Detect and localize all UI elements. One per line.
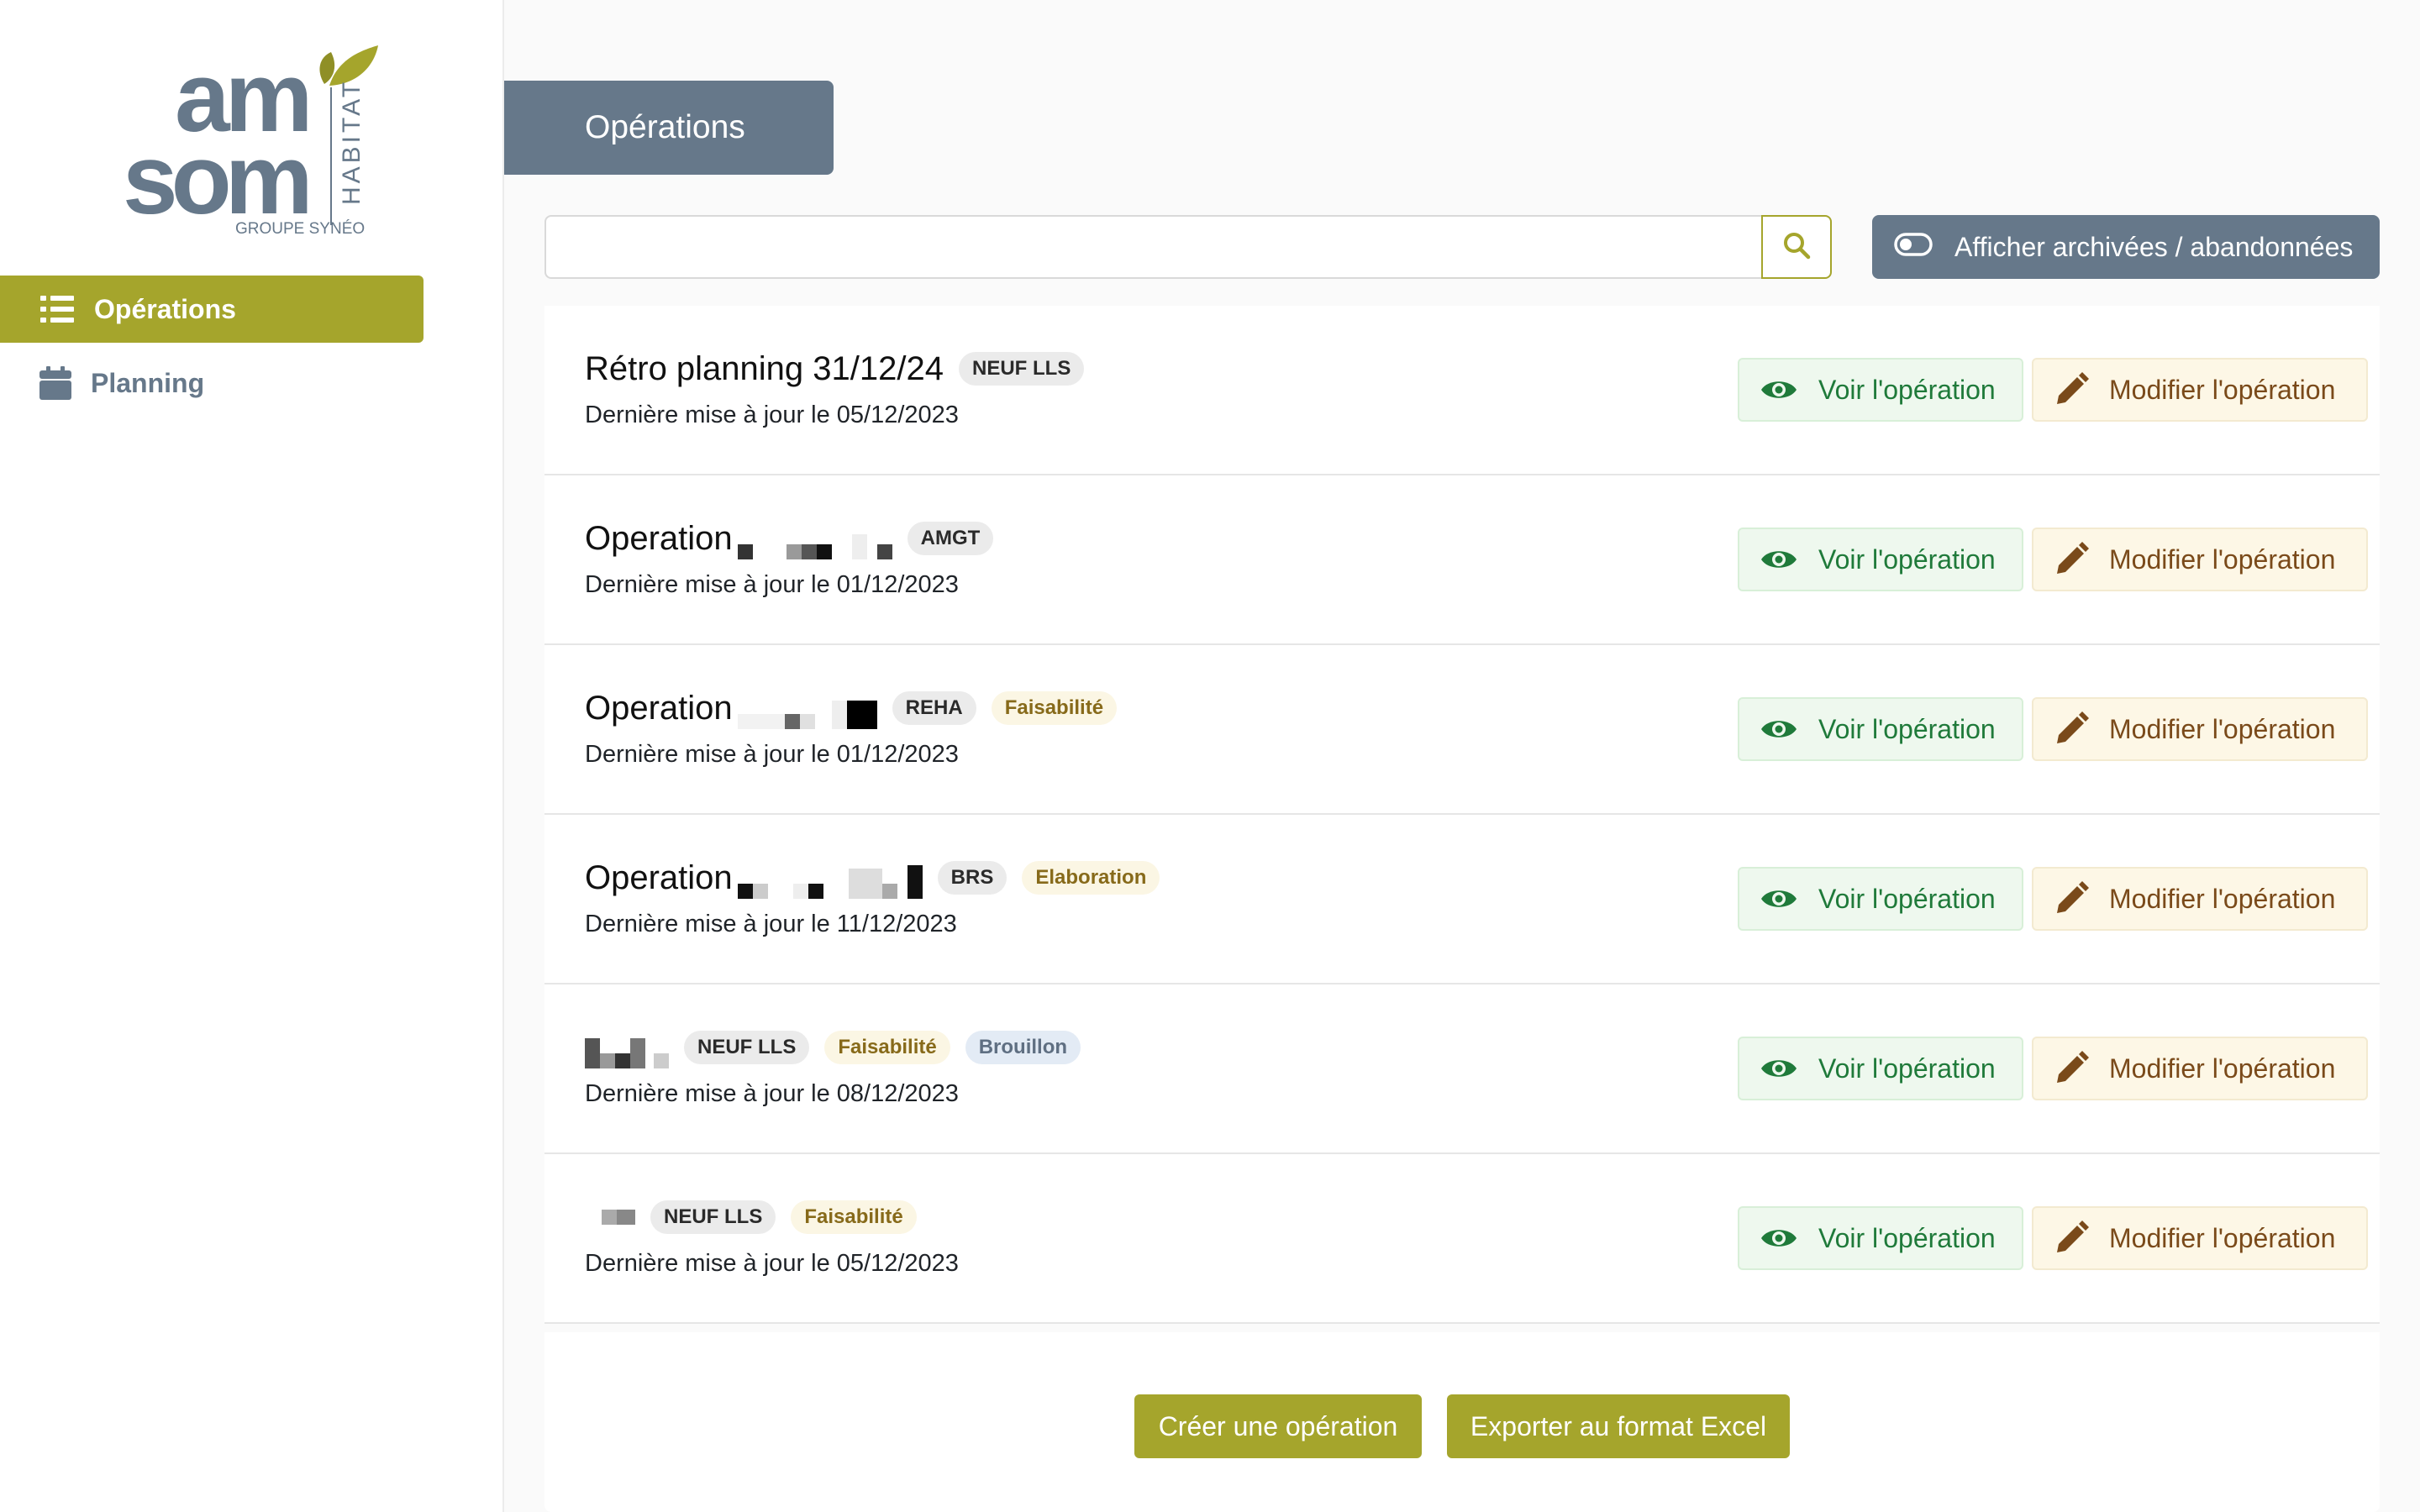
edit-operation-label: Modifier l'opération bbox=[2109, 1053, 2336, 1084]
eye-icon bbox=[1760, 1225, 1798, 1252]
edit-operation-label: Modifier l'opération bbox=[2109, 374, 2336, 405]
last-updated: Dernière mise à jour le 01/12/2023 bbox=[585, 571, 959, 598]
edit-operation-label: Modifier l'opération bbox=[2109, 883, 2336, 914]
pencil-icon bbox=[2054, 1221, 2089, 1256]
pencil-icon bbox=[2054, 711, 2089, 747]
create-operation-button[interactable]: Créer une opération bbox=[1134, 1394, 1422, 1458]
view-operation-button[interactable]: Voir l'opération bbox=[1738, 697, 2023, 761]
sidebar-item-operations[interactable]: Opérations bbox=[0, 276, 424, 343]
search-bar bbox=[544, 215, 1832, 279]
list-footer: Créer une opération Exporter au format E… bbox=[544, 1332, 2380, 1512]
last-updated: Dernière mise à jour le 01/12/2023 bbox=[585, 741, 959, 768]
view-operation-button[interactable]: Voir l'opération bbox=[1738, 1206, 2023, 1270]
pencil-icon bbox=[2054, 372, 2089, 407]
eye-icon bbox=[1760, 376, 1798, 403]
view-operation-label: Voir l'opération bbox=[1818, 883, 1996, 914]
operation-row: NEUF LLS Faisabilité Brouillon Dernière … bbox=[544, 984, 2380, 1154]
logo-vertical: HABITAT bbox=[338, 79, 366, 205]
amsom-logo: am som HABITAT GROUPE SYNÉO bbox=[118, 34, 387, 244]
operation-row: Operation AMGT Dernière mise à jour le 0… bbox=[544, 475, 2380, 645]
operation-title-line: NEUF LLS Faisabilité Brouillon bbox=[585, 1026, 1081, 1068]
sidebar: am som HABITAT GROUPE SYNÉO Opérations P… bbox=[0, 0, 504, 1512]
operation-title: Operation bbox=[585, 689, 733, 727]
type-badge: NEUF LLS bbox=[684, 1031, 810, 1064]
redacted-name bbox=[737, 517, 892, 559]
status-badge: Brouillon bbox=[965, 1031, 1081, 1064]
view-operation-button[interactable]: Voir l'opération bbox=[1738, 358, 2023, 422]
operation-title-line: Operation REHA Faisabilité bbox=[585, 687, 1118, 729]
sidebar-item-label: Planning bbox=[91, 367, 205, 398]
eye-icon bbox=[1760, 885, 1798, 912]
calendar-icon bbox=[37, 365, 74, 402]
view-operation-label: Voir l'opération bbox=[1818, 374, 1996, 405]
edit-operation-label: Modifier l'opération bbox=[2109, 713, 2336, 744]
last-updated: Dernière mise à jour le 05/12/2023 bbox=[585, 1250, 959, 1277]
redacted-name bbox=[737, 687, 877, 729]
sidebar-item-planning[interactable]: Planning bbox=[0, 349, 424, 417]
operation-row: Operation REHA Faisabilité Dernière mise… bbox=[544, 645, 2380, 815]
edit-operation-button[interactable]: Modifier l'opération bbox=[2032, 358, 2368, 422]
operation-title-line: Rétro planning 31/12/24 NEUF LLS bbox=[585, 348, 1085, 390]
phase-badge: Faisabilité bbox=[791, 1200, 917, 1234]
view-operation-label: Voir l'opération bbox=[1818, 543, 1996, 575]
operations-list: Rétro planning 31/12/24 NEUF LLS Dernièr… bbox=[544, 306, 2380, 1324]
edit-operation-button[interactable]: Modifier l'opération bbox=[2032, 1037, 2368, 1100]
operation-row: Operation BRS Elaboration Dernière mise … bbox=[544, 815, 2380, 984]
operation-row: NEUF LLS Faisabilité Dernière mise à jou… bbox=[544, 1154, 2380, 1324]
operation-title: Operation bbox=[585, 519, 733, 557]
edit-operation-label: Modifier l'opération bbox=[2109, 543, 2336, 575]
page-title: Opérations bbox=[504, 81, 834, 175]
type-badge: REHA bbox=[892, 691, 976, 725]
eye-icon bbox=[1760, 716, 1798, 743]
edit-operation-button[interactable]: Modifier l'opération bbox=[2032, 528, 2368, 591]
view-operation-button[interactable]: Voir l'opération bbox=[1738, 867, 2023, 931]
type-badge: AMGT bbox=[907, 522, 994, 555]
operation-title: Operation bbox=[585, 858, 733, 896]
type-badge: NEUF LLS bbox=[650, 1200, 776, 1234]
operation-row: Rétro planning 31/12/24 NEUF LLS Dernièr… bbox=[544, 306, 2380, 475]
last-updated: Dernière mise à jour le 05/12/2023 bbox=[585, 402, 959, 428]
toggle-off-icon bbox=[1894, 232, 1933, 263]
operation-title-line: NEUF LLS Faisabilité bbox=[585, 1196, 917, 1238]
type-badge: BRS bbox=[937, 861, 1007, 895]
search-input[interactable] bbox=[544, 215, 1761, 279]
phase-badge: Faisabilité bbox=[991, 691, 1118, 725]
edit-operation-label: Modifier l'opération bbox=[2109, 1222, 2336, 1253]
edit-operation-button[interactable]: Modifier l'opération bbox=[2032, 1206, 2368, 1270]
sidebar-item-label: Opérations bbox=[94, 293, 236, 324]
view-operation-label: Voir l'opération bbox=[1818, 1222, 1996, 1253]
operation-title-line: Operation AMGT bbox=[585, 517, 994, 559]
edit-operation-button[interactable]: Modifier l'opération bbox=[2032, 867, 2368, 931]
redacted-name bbox=[585, 1026, 669, 1068]
redacted-name bbox=[602, 1196, 635, 1238]
list-icon bbox=[39, 291, 76, 328]
view-operation-label: Voir l'opération bbox=[1818, 1053, 1996, 1084]
archive-toggle-label: Afficher archivées / abandonnées bbox=[1954, 231, 2354, 262]
phase-badge: Elaboration bbox=[1022, 861, 1160, 895]
eye-icon bbox=[1760, 546, 1798, 573]
logo-group: GROUPE SYNÉO bbox=[235, 220, 365, 238]
last-updated: Dernière mise à jour le 08/12/2023 bbox=[585, 1080, 959, 1107]
pencil-icon bbox=[2054, 542, 2089, 577]
last-updated: Dernière mise à jour le 11/12/2023 bbox=[585, 911, 957, 937]
search-button[interactable] bbox=[1761, 215, 1832, 279]
pencil-icon bbox=[2054, 1051, 2089, 1086]
view-operation-button[interactable]: Voir l'opération bbox=[1738, 1037, 2023, 1100]
operation-title-line: Operation BRS Elaboration bbox=[585, 857, 1160, 899]
redacted-name bbox=[737, 857, 923, 899]
logo-line2: som bbox=[123, 124, 308, 235]
export-excel-button[interactable]: Exporter au format Excel bbox=[1447, 1394, 1790, 1458]
search-icon bbox=[1782, 231, 1811, 264]
show-archived-toggle[interactable]: Afficher archivées / abandonnées bbox=[1872, 215, 2380, 279]
edit-operation-button[interactable]: Modifier l'opération bbox=[2032, 697, 2368, 761]
eye-icon bbox=[1760, 1055, 1798, 1082]
view-operation-button[interactable]: Voir l'opération bbox=[1738, 528, 2023, 591]
type-badge: NEUF LLS bbox=[959, 352, 1085, 386]
view-operation-label: Voir l'opération bbox=[1818, 713, 1996, 744]
operation-title: Rétro planning 31/12/24 bbox=[585, 349, 944, 387]
phase-badge: Faisabilité bbox=[824, 1031, 950, 1064]
pencil-icon bbox=[2054, 881, 2089, 916]
